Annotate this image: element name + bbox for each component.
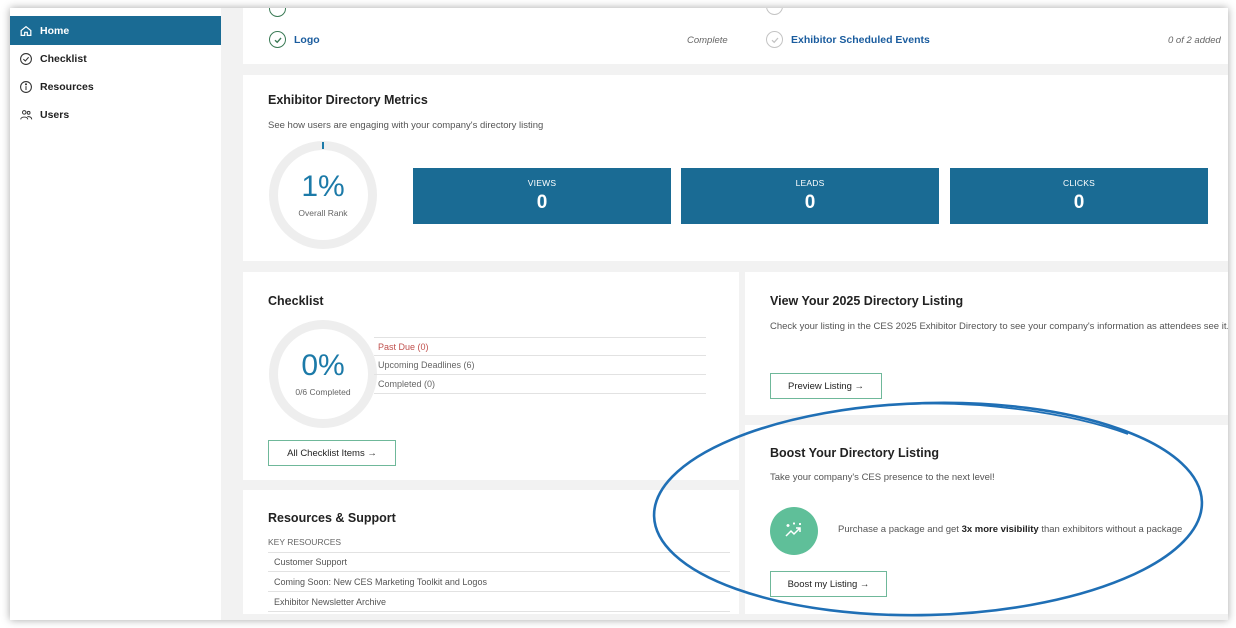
sidebar-item-label: Resources: [40, 81, 94, 93]
boost-text: than exhibitors without a package: [1038, 524, 1183, 535]
metric-label: LEADS: [795, 178, 825, 188]
trending-up-sparkle-icon: [770, 507, 818, 555]
metric-label: CLICKS: [1063, 178, 1095, 188]
list-item-label: Exhibitor Newsletter Archive: [274, 596, 387, 607]
metric-value: 0: [1073, 192, 1085, 213]
all-checklist-items-button[interactable]: All Checklist Items →: [268, 440, 396, 466]
checklist-completed: 0/6 Completed: [295, 387, 351, 397]
boost-my-listing-button[interactable]: Boost my Listing →: [770, 571, 887, 597]
directory-metrics-card: Exhibitor Directory Metrics See how user…: [243, 75, 1228, 261]
main-content: Logo Complete Exhibitor Scheduled Events…: [221, 8, 1228, 620]
card-subtitle: Take your company's CES presence to the …: [770, 472, 995, 483]
boost-text: Purchase a package and get: [838, 524, 962, 535]
card-title: Boost Your Directory Listing: [770, 446, 940, 460]
checklist-card: Checklist 0% 0/6 Completed Past Due (0) …: [243, 272, 739, 480]
sidebar-item-label: Home: [40, 24, 70, 37]
boost-description: Purchase a package and get 3x more visib…: [838, 524, 1182, 535]
check-circle-icon: [766, 31, 783, 48]
boost-listing-card: Boost Your Directory Listing Take your c…: [745, 425, 1228, 615]
rank-progress-mark: [322, 142, 324, 149]
metric-value: 0: [804, 192, 816, 213]
status-text: Complete: [687, 35, 728, 46]
directory-listing-card: View Your 2025 Directory Listing Check y…: [745, 272, 1228, 415]
overall-rank-ring: 1% Overall Rank: [269, 141, 377, 249]
list-item-label: Coming Soon: New CES Marketing Toolkit a…: [274, 576, 487, 587]
sidebar: Home Checklist Resources Users: [10, 8, 221, 620]
check-circle-icon: [766, 8, 783, 15]
info-icon: [18, 79, 34, 95]
list-item-label: Past Due (0): [378, 341, 429, 352]
users-icon: [18, 107, 34, 123]
card-title: Resources & Support: [268, 511, 396, 525]
status-item-scheduled-events[interactable]: Exhibitor Scheduled Events: [766, 31, 930, 48]
checklist-progress-ring: 0% 0/6 Completed: [269, 320, 377, 428]
section-label: KEY RESOURCES: [268, 537, 342, 547]
list-item-label: Completed (0): [378, 379, 436, 389]
card-subtitle: See how users are engaging with your com…: [268, 120, 544, 131]
status-item-label[interactable]: Exhibitor Scheduled Events: [791, 34, 930, 46]
resources-card: Resources & Support KEY RESOURCES Custom…: [243, 490, 739, 620]
rank-label: Overall Rank: [298, 208, 348, 218]
page-bottom-gap: [221, 614, 1228, 620]
check-circle-icon: [18, 51, 34, 67]
metric-label: VIEWS: [527, 178, 557, 188]
list-item[interactable]: Completed (0): [374, 375, 706, 394]
sidebar-item-label: Checklist: [40, 53, 87, 65]
metric-leads: LEADS 0: [681, 168, 939, 224]
check-circle-icon: [269, 8, 286, 17]
checklist-summary: Past Due (0) Upcoming Deadlines (6) Comp…: [374, 337, 706, 394]
status-item-logo[interactable]: Logo: [269, 31, 320, 48]
list-item[interactable]: Past Due (0): [374, 337, 706, 356]
sidebar-item-checklist[interactable]: Checklist: [10, 45, 221, 73]
sidebar-item-users[interactable]: Users: [10, 101, 221, 129]
list-item[interactable]: Customer Support: [268, 552, 730, 572]
metric-views: VIEWS 0: [413, 168, 671, 224]
list-item-label: Customer Support: [274, 557, 348, 567]
card-title: View Your 2025 Directory Listing: [770, 294, 964, 308]
sidebar-item-home[interactable]: Home: [10, 16, 221, 45]
card-description: Check your listing in the CES 2025 Exhib…: [770, 321, 1228, 332]
app-window: Home Checklist Resources Users Logo Comp…: [10, 8, 1228, 620]
list-item[interactable]: Exhibitor Newsletter Archive: [268, 592, 730, 612]
preview-listing-button[interactable]: Preview Listing →: [770, 373, 882, 399]
checklist-percent: 0%: [301, 349, 345, 382]
card-title: Checklist: [268, 294, 324, 308]
resources-list: Customer Support Coming Soon: New CES Ma…: [268, 552, 730, 612]
metric-value: 0: [536, 192, 548, 213]
list-item[interactable]: Upcoming Deadlines (6): [374, 356, 706, 375]
list-item[interactable]: Coming Soon: New CES Marketing Toolkit a…: [268, 572, 730, 592]
metric-clicks: CLICKS 0: [950, 168, 1208, 224]
checklist-status-strip: Logo Complete Exhibitor Scheduled Events…: [243, 8, 1228, 64]
rank-percent: 1%: [301, 170, 345, 203]
list-item-label: Upcoming Deadlines (6): [378, 360, 475, 370]
sidebar-item-resources[interactable]: Resources: [10, 73, 221, 101]
sidebar-item-label: Users: [40, 109, 70, 121]
card-title: Exhibitor Directory Metrics: [268, 93, 428, 107]
home-icon: [18, 23, 34, 39]
boost-highlight: 3x more visibility: [961, 524, 1039, 535]
status-item-label[interactable]: Logo: [294, 34, 320, 46]
check-circle-icon: [269, 31, 286, 48]
status-text: 0 of 2 added: [1168, 35, 1221, 46]
